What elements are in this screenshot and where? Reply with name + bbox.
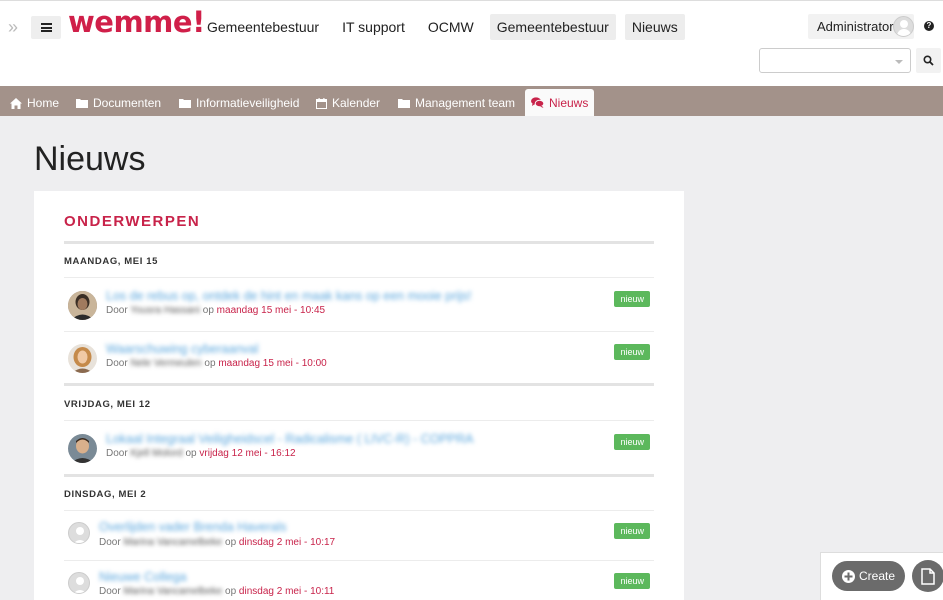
date-link[interactable]: dinsdag 2 mei - 10:17 xyxy=(239,537,335,548)
news-card: ONDERWERPEN MAANDAG, MEI 15 Los de rebus… xyxy=(34,191,684,600)
news-title-link[interactable]: Nieuwe Collega xyxy=(99,570,187,584)
create-button[interactable]: Create xyxy=(832,561,905,591)
status-badge: nieuw xyxy=(614,291,650,307)
search-icon xyxy=(923,55,934,66)
document-icon xyxy=(921,567,935,585)
expand-sidebar-icon[interactable]: » xyxy=(8,18,22,36)
news-meta: Door Nele Vermeulen op maandag 15 mei - … xyxy=(106,358,327,369)
help-button[interactable]: ? xyxy=(918,15,940,37)
divider xyxy=(64,420,654,421)
news-title-link[interactable]: Lokaal Integraal Veiligheidscel - Radica… xyxy=(106,432,474,446)
avatar xyxy=(893,16,914,37)
avatar xyxy=(68,522,90,544)
home-icon xyxy=(10,97,22,109)
page-tools-button[interactable] xyxy=(912,560,943,592)
divider xyxy=(64,241,654,244)
list-item[interactable]: Overlijden vader Brenda Haverals Door Ma… xyxy=(64,513,654,563)
avatar xyxy=(68,434,97,463)
top-navigation: Gemeentebestuur IT support OCMW Gemeente… xyxy=(200,14,694,40)
plus-icon xyxy=(841,569,855,583)
calendar-icon xyxy=(316,97,327,109)
search-input[interactable] xyxy=(759,48,911,73)
divider xyxy=(64,474,654,477)
news-meta: Door Yousra Hassani op maandag 15 mei - … xyxy=(106,305,326,316)
tab-nieuws[interactable]: Nieuws xyxy=(525,89,595,116)
tab-informatieveiligheid[interactable]: Informatieveiligheid xyxy=(173,90,305,116)
folder-icon xyxy=(76,99,88,108)
folder-icon xyxy=(398,99,410,108)
avatar xyxy=(68,291,97,320)
author-link[interactable]: Nele Vermeulen xyxy=(130,358,201,369)
news-meta: Door Marina Vancamelbeke op dinsdag 2 me… xyxy=(99,586,335,597)
search-button[interactable] xyxy=(916,48,941,73)
logo[interactable]: wemme! xyxy=(68,5,205,39)
top-header: » wemme! Gemeentebestuur IT support OCMW… xyxy=(0,0,943,86)
chevron-down-icon xyxy=(895,60,903,64)
status-badge: nieuw xyxy=(614,523,650,539)
hamburger-icon xyxy=(40,23,52,32)
comments-icon xyxy=(531,97,544,108)
day-heading: DINSDAG, MEI 2 xyxy=(64,489,147,500)
divider xyxy=(64,383,654,386)
news-title-link[interactable]: Los de rebus op, ontdek de hint en maak … xyxy=(106,289,472,303)
news-meta: Door Kjell Molord op vrijdag 12 mei - 16… xyxy=(106,448,296,459)
author-link[interactable]: Kjell Molord xyxy=(130,448,182,459)
list-item[interactable]: Waarschuwing cyberaanval Door Nele Verme… xyxy=(64,334,654,384)
divider xyxy=(64,277,654,278)
divider xyxy=(64,331,654,332)
news-title-link[interactable]: Overlijden vader Brenda Haverals xyxy=(99,520,287,534)
author-link[interactable]: Marina Vancamelbeke xyxy=(123,586,222,597)
tab-kalender[interactable]: Kalender xyxy=(310,90,386,116)
divider xyxy=(64,560,654,561)
space-tabs: Home Documenten Informatieveiligheid Kal… xyxy=(0,86,943,116)
help-icon: ? xyxy=(924,21,934,31)
date-link[interactable]: dinsdag 2 mei - 10:11 xyxy=(239,586,334,597)
nav-item-gemeentebestuur[interactable]: Gemeentebestuur xyxy=(200,14,326,40)
avatar xyxy=(68,572,90,594)
section-title: ONDERWERPEN xyxy=(64,213,201,230)
news-title-link[interactable]: Waarschuwing cyberaanval xyxy=(106,342,258,356)
list-item[interactable]: Los de rebus op, ontdek de hint en maak … xyxy=(64,281,654,331)
menu-button[interactable] xyxy=(31,16,61,39)
date-link[interactable]: maandag 15 mei - 10:00 xyxy=(218,358,326,369)
status-badge: nieuw xyxy=(614,573,650,589)
nav-item-gemeentebestuur-space[interactable]: Gemeentebestuur xyxy=(489,14,616,40)
date-link[interactable]: maandag 15 mei - 10:45 xyxy=(217,305,325,316)
author-link[interactable]: Marina Vancamelbeke xyxy=(123,537,222,548)
folder-icon xyxy=(179,99,191,108)
nav-item-nieuws[interactable]: Nieuws xyxy=(624,14,685,40)
tab-documenten[interactable]: Documenten xyxy=(70,90,167,116)
news-meta: Door Marina Vancamelbeke op dinsdag 2 me… xyxy=(99,537,336,548)
page-title: Nieuws xyxy=(34,140,146,178)
author-link[interactable]: Yousra Hassani xyxy=(130,305,200,316)
nav-item-ocmw[interactable]: OCMW xyxy=(421,14,481,40)
list-item[interactable]: Lokaal Integraal Veiligheidscel - Radica… xyxy=(64,424,654,474)
tab-management-team[interactable]: Management team xyxy=(392,90,521,116)
date-link[interactable]: vrijdag 12 mei - 16:12 xyxy=(199,448,295,459)
tab-home[interactable]: Home xyxy=(4,90,65,116)
status-badge: nieuw xyxy=(614,434,650,450)
divider xyxy=(64,510,654,511)
status-badge: nieuw xyxy=(614,344,650,360)
user-name: Administrator xyxy=(817,19,894,34)
day-heading: VRIJDAG, MEI 12 xyxy=(64,399,151,410)
list-item[interactable]: Nieuwe Collega Door Marina Vancamelbeke … xyxy=(64,563,654,600)
user-menu[interactable]: Administrator xyxy=(808,14,914,39)
tools-panel: Create xyxy=(820,552,943,600)
nav-item-it-support[interactable]: IT support xyxy=(335,14,412,40)
day-heading: MAANDAG, MEI 15 xyxy=(64,256,158,267)
avatar xyxy=(68,344,97,373)
